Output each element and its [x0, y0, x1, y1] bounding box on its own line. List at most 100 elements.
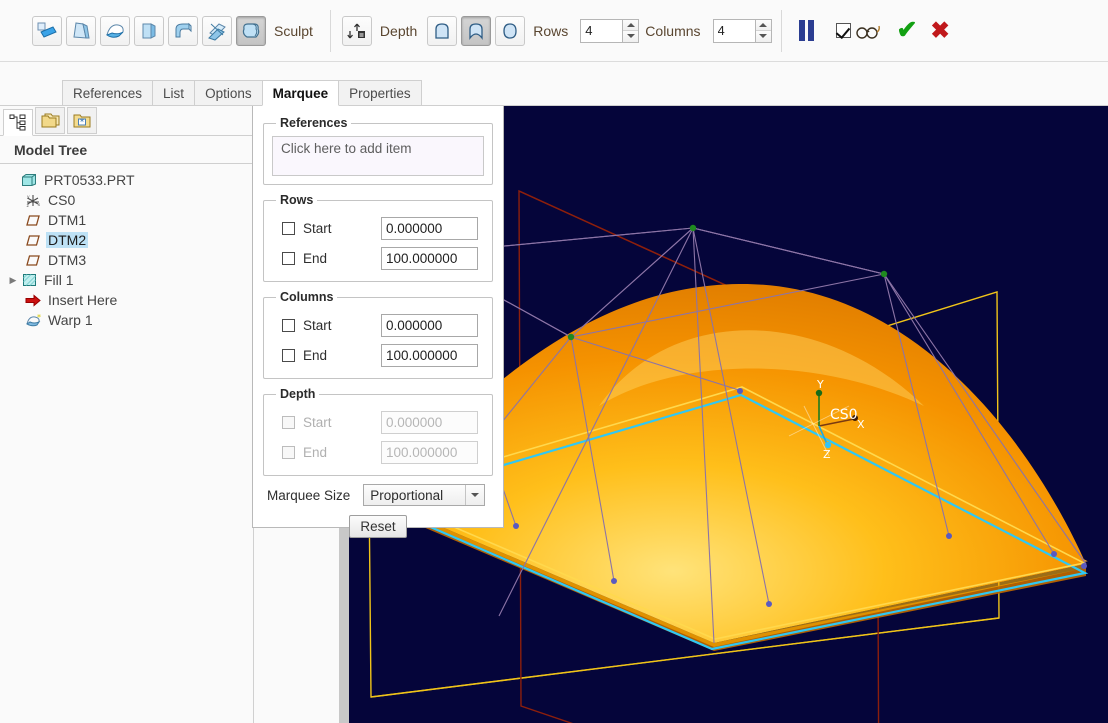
reset-button[interactable]: Reset — [349, 515, 407, 538]
tree-node-dtm1[interactable]: DTM1 — [4, 210, 253, 230]
folder-browser-tab[interactable] — [35, 107, 65, 134]
columns-stepper[interactable] — [712, 18, 772, 43]
references-collector[interactable]: Click here to add item — [272, 136, 484, 176]
tree-node-dtm2[interactable]: DTM2 — [4, 230, 253, 250]
columns-end-input[interactable] — [381, 343, 478, 367]
rows-end-input[interactable] — [381, 246, 478, 270]
tab-options[interactable]: Options — [194, 80, 263, 106]
tool-twist[interactable] — [100, 15, 130, 46]
depth-direction-button[interactable] — [341, 15, 372, 46]
tree-node-warp1[interactable]: * Warp 1 — [4, 310, 253, 330]
accept-button[interactable]: ✔ — [897, 18, 918, 43]
control-point-blue[interactable] — [513, 523, 519, 529]
depth-arrows-icon — [347, 23, 365, 38]
tree-node-fill1[interactable]: ▶ Fill 1 — [4, 270, 253, 290]
dashboard-tabs: References List Options Marquee Properti… — [62, 80, 422, 106]
rows-spin-buttons[interactable] — [622, 18, 640, 43]
tool-transform[interactable] — [32, 15, 62, 46]
columns-end-label: End — [303, 347, 328, 363]
tab-list[interactable]: List — [152, 80, 196, 106]
rows-end-label: End — [303, 250, 328, 266]
stretch-icon — [142, 22, 156, 39]
references-legend: References — [280, 116, 348, 130]
columns-spin-buttons[interactable] — [754, 18, 772, 43]
tool-spine[interactable] — [202, 15, 232, 46]
rows-spin-down[interactable] — [623, 31, 639, 42]
svg-text:z: z — [27, 204, 30, 208]
control-point-blue[interactable] — [1081, 563, 1087, 569]
depth-start-label: Start — [303, 414, 332, 430]
model-tree-list: PRT0533.PRT y z x CS0 DTM1 DTM2 DTM3 ▶ F… — [0, 164, 253, 330]
tree-node-part[interactable]: PRT0533.PRT — [4, 170, 253, 190]
control-point-blue[interactable] — [737, 388, 743, 394]
rows-start-input[interactable] — [381, 216, 478, 240]
sculpt-icon — [242, 22, 260, 38]
tab-marquee[interactable]: Marquee — [261, 80, 340, 106]
control-point-blue[interactable] — [1051, 551, 1057, 557]
tool-sculpt[interactable] — [236, 15, 266, 46]
tree-node-insert-here[interactable]: Insert Here — [4, 290, 253, 310]
bend-icon — [73, 21, 90, 39]
columns-end-checkbox[interactable] — [282, 348, 295, 362]
tree-node-label-selected: DTM2 — [46, 232, 89, 248]
columns-input[interactable] — [712, 18, 755, 43]
marquee-size-value: Proportional — [370, 487, 444, 503]
rows-stepper[interactable] — [580, 18, 640, 43]
rows-start-label: Start — [303, 220, 332, 236]
glasses-icon[interactable] — [855, 22, 881, 40]
tree-expander-icon[interactable]: ▶ — [6, 275, 20, 286]
tab-references[interactable]: References — [62, 80, 154, 106]
control-point-blue[interactable] — [766, 601, 772, 607]
columns-start-checkbox[interactable] — [282, 318, 295, 332]
model-tree-title: Model Tree — [0, 136, 253, 164]
depth-group: Depth Rows 4 Columns 4 — [340, 15, 772, 46]
datum-plane-icon — [24, 232, 42, 248]
pause-button[interactable] — [798, 20, 814, 41]
marquee-size-select[interactable]: Proportional — [363, 484, 486, 506]
model-tree-icon — [9, 114, 26, 131]
control-point-green[interactable] — [567, 333, 575, 341]
chevron-down-icon[interactable] — [465, 485, 484, 505]
depth-start-checkbox — [282, 415, 295, 429]
shape-round[interactable] — [495, 15, 526, 46]
columns-spin-down[interactable] — [755, 31, 771, 42]
control-point-green[interactable] — [689, 224, 697, 232]
control-point-blue[interactable] — [611, 578, 617, 584]
tree-node-label: DTM3 — [48, 252, 87, 268]
tree-node-dtm3[interactable]: DTM3 — [4, 250, 253, 270]
svg-text:*: * — [37, 313, 41, 322]
rows-end-checkbox[interactable] — [282, 251, 295, 265]
folder-browser-icon — [41, 113, 59, 128]
tool-stretch[interactable] — [134, 15, 164, 46]
tool-fold[interactable] — [168, 15, 198, 46]
columns-start-label: Start — [303, 317, 332, 333]
rows-label: Rows — [533, 22, 569, 39]
columns-start-input[interactable] — [381, 313, 478, 337]
depth-end-row: End — [272, 437, 484, 467]
csys-z-label: Z — [823, 448, 831, 461]
rows-input[interactable] — [580, 18, 623, 43]
favorites-folder-tab[interactable]: * — [67, 107, 97, 134]
tree-node-label: Fill 1 — [44, 272, 74, 288]
shape-concave[interactable] — [461, 15, 492, 46]
rows-spin-up[interactable] — [623, 19, 639, 31]
control-point-blue[interactable] — [946, 533, 952, 539]
tree-node-cs0[interactable]: y z x CS0 — [4, 190, 253, 210]
chevron-down-icon — [626, 34, 635, 39]
rows-start-checkbox[interactable] — [282, 221, 295, 235]
model-tree-tab[interactable] — [3, 109, 33, 136]
favorites-folder-icon: * — [73, 114, 90, 128]
shape-flat-top[interactable] — [427, 15, 458, 46]
toolbar-separator-1 — [329, 9, 331, 52]
cancel-button[interactable]: ✖ — [931, 19, 950, 42]
preview-checkbox[interactable] — [835, 23, 851, 38]
columns-spin-up[interactable] — [755, 19, 771, 31]
control-point-green[interactable] — [880, 270, 888, 278]
tab-properties[interactable]: Properties — [338, 80, 422, 106]
depth-start-row: Start — [272, 407, 484, 437]
csys-name-label: CS0 — [830, 407, 858, 423]
csys-y-label: Y — [816, 378, 824, 391]
tool-bend[interactable] — [66, 15, 96, 46]
svg-text:*: * — [80, 117, 84, 126]
sculpt-toolbar: Sculpt Depth Rows 4 Columns 4 ✔ ✖ — [0, 0, 1108, 62]
